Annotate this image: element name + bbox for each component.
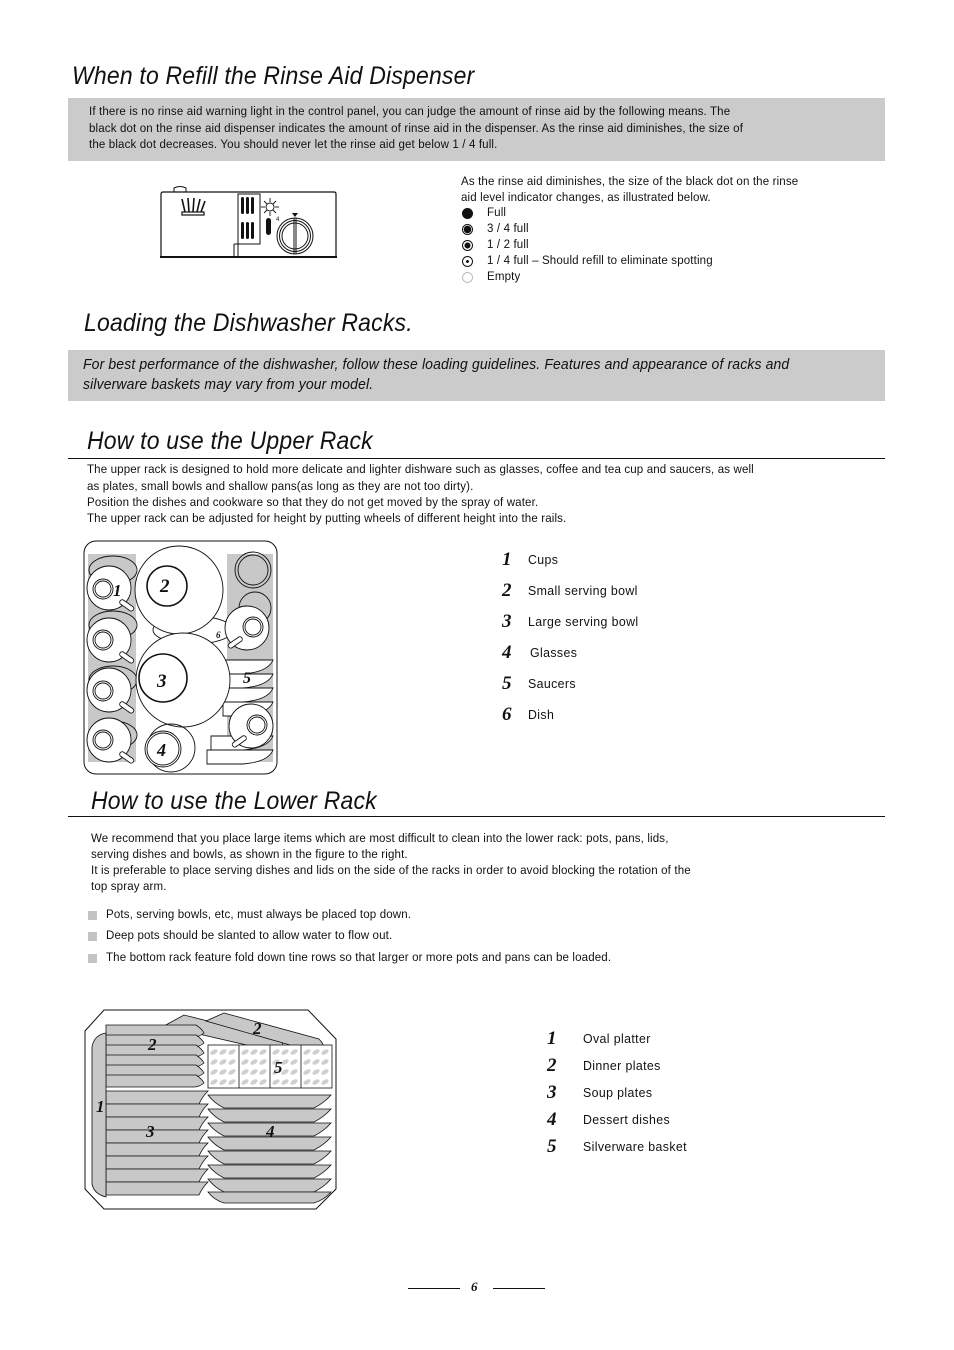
loading-note-line: silverware baskets may vary from your mo…	[83, 376, 374, 393]
page-number: 6	[471, 1279, 478, 1294]
quarter-dot-icon	[462, 255, 473, 267]
lower-figure-label-2a: 2	[147, 1035, 157, 1054]
square-bullet-icon	[88, 911, 97, 920]
lower-figure-label-3: 3	[145, 1122, 155, 1141]
upper-figure-label-6: 6	[216, 630, 221, 640]
legend-item: 3 Large serving bowl	[502, 610, 639, 632]
legend-item: 1 Oval platter	[547, 1027, 651, 1049]
upper-figure-label-3: 3	[156, 671, 167, 692]
loading-note-box: For best performance of the dishwasher, …	[68, 350, 885, 401]
rinse-aid-dispenser-illustration: 4	[160, 186, 337, 258]
lower-rack-rule	[68, 816, 885, 817]
refill-section-title: When to Refill the Rinse Aid Dispenser	[72, 62, 475, 90]
bullet-item: Pots, serving bowls, etc, must always be…	[88, 905, 649, 926]
sun-icon	[261, 198, 279, 216]
upper-rack-text-line: The upper rack can be adjusted for heigh…	[87, 511, 567, 525]
rinse-level-quarter: 1 / 4 full – Should refill to eliminate …	[462, 253, 730, 269]
lower-figure-label-5: 5	[274, 1058, 283, 1077]
upper-rack-rule	[68, 458, 885, 459]
legend-item: 6 Dish	[502, 703, 555, 725]
half-dot-icon	[462, 239, 473, 251]
lower-rack-text-line: serving dishes and bowls, as shown in th…	[91, 847, 408, 861]
lower-rack-text-line: top spray arm.	[91, 879, 167, 893]
svg-text:4: 4	[276, 217, 280, 223]
legend-item: 4 Dessert dishes	[547, 1108, 671, 1130]
upper-figure-label-4: 4	[156, 740, 166, 760]
refill-intro-line: If there is no rinse aid warning light i…	[89, 104, 731, 118]
upper-rack-text-line: The upper rack is designed to hold more …	[87, 462, 754, 476]
bullet-item: The bottom rack feature fold down tine r…	[88, 947, 649, 970]
lower-figure-label-1: 1	[96, 1097, 105, 1116]
refill-intro-box: If there is no rinse aid warning light i…	[68, 98, 885, 161]
lower-figure-label-2b: 2	[252, 1019, 262, 1038]
lower-rack-title: How to use the Lower Rack	[91, 787, 377, 815]
legend-item: 5 Silverware basket	[547, 1135, 687, 1157]
legend-item: 1 Cups	[502, 548, 559, 570]
level-indicator-window	[266, 218, 271, 235]
rinse-level-half: 1 / 2 full	[462, 237, 730, 253]
empty-dot-icon	[462, 271, 473, 283]
three-quarter-dot-icon	[462, 223, 473, 235]
rinse-level-empty: Empty	[462, 269, 730, 285]
indicator-description-line: aid level indicator changes, as illustra…	[461, 190, 711, 204]
rinse-level-full: Full	[462, 205, 730, 221]
full-dot-icon	[462, 207, 473, 219]
upper-rack-illustration: 1 2 3 4 5 6	[83, 540, 278, 775]
upper-rack-text-line: as plates, small bowls and shallow pans(…	[87, 479, 474, 493]
upper-rack-title: How to use the Upper Rack	[87, 427, 373, 455]
legend-item: 2 Dinner plates	[547, 1054, 661, 1076]
loading-note-line: For best performance of the dishwasher, …	[83, 356, 790, 373]
upper-figure-label-5: 5	[243, 670, 251, 687]
lower-rack-bullets: Pots, serving bowls, etc, must always be…	[88, 905, 649, 970]
arrow-down-icon	[292, 213, 298, 217]
lower-rack-legend: 1 Oval platter 2 Dinner plates 3 Soup pl…	[547, 1025, 692, 1160]
legend-item: 4 Glasses	[502, 641, 578, 663]
rinse-level-list: Full 3 / 4 full 1 / 2 full 1 / 4 full – …	[462, 205, 730, 285]
lower-figure-label-4: 4	[265, 1122, 275, 1141]
loading-section-title: Loading the Dishwasher Racks.	[84, 309, 413, 337]
rinse-level-three-quarter: 3 / 4 full	[462, 221, 730, 237]
upper-rack-legend: 1 Cups 2 Small serving bowl 3 Large serv…	[502, 544, 644, 730]
bullet-item: Deep pots should be slanted to allow wat…	[88, 926, 649, 947]
footer-rule-right	[493, 1288, 545, 1289]
upper-figure-label-2: 2	[159, 576, 170, 597]
footer-rule-left	[408, 1288, 460, 1289]
legend-item: 3 Soup plates	[547, 1081, 653, 1103]
square-bullet-icon	[88, 954, 97, 963]
upper-rack-text-line: Position the dishes and cookware so that…	[87, 495, 539, 509]
dial-knob	[276, 217, 314, 255]
square-bullet-icon	[88, 932, 97, 941]
upper-figure-label-1: 1	[113, 581, 122, 600]
lower-rack-text-line: We recommend that you place large items …	[91, 831, 669, 845]
legend-item: 5 Saucers	[502, 672, 576, 694]
indicator-description-line: As the rinse aid diminishes, the size of…	[461, 174, 799, 188]
legend-item: 2 Small serving bowl	[502, 579, 638, 601]
detergent-spray-icon	[181, 197, 206, 216]
lower-rack-illustration: 1 2 2 3 4 5	[84, 1009, 337, 1210]
refill-intro-line: black dot on the rinse aid dispenser ind…	[89, 120, 744, 135]
lower-rack-text-line: It is preferable to place serving dishes…	[91, 863, 691, 877]
refill-intro-line: the black dot decreases. You should neve…	[89, 137, 498, 151]
